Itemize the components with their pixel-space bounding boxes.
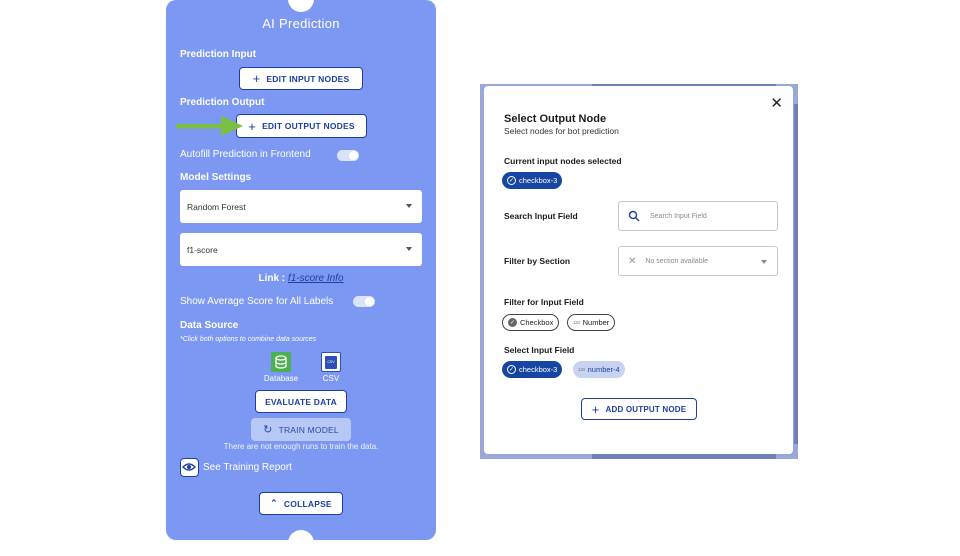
training-report-link[interactable]: See Training Report <box>203 462 292 473</box>
filter-chip-number[interactable]: 123 Number <box>567 314 616 331</box>
autofill-label: Autofill Prediction in Frontend <box>180 149 311 160</box>
close-icon[interactable]: ✕ <box>770 94 783 112</box>
select-chip-number-4[interactable]: 123 number-4 <box>573 361 625 378</box>
train-note: There are not enough runs to train the d… <box>223 442 379 451</box>
f1-score-info-link[interactable]: f1-score Info <box>288 273 344 284</box>
filter-chip-checkbox[interactable]: ✓ Checkbox <box>502 314 560 331</box>
model-select[interactable]: Random Forest <box>180 190 422 223</box>
panel-title: AI Prediction <box>262 16 340 31</box>
edit-output-nodes-button[interactable]: + EDIT OUTPUT NODES <box>236 114 367 138</box>
data-source-note: *Click both options to combine data sour… <box>180 336 317 343</box>
autofill-toggle[interactable] <box>337 150 359 161</box>
plus-icon: + <box>252 71 261 86</box>
filter-input-label: Filter for Input Field <box>504 297 584 307</box>
prediction-output-label: Prediction Output <box>180 97 265 108</box>
database-label: Database <box>263 374 299 383</box>
plus-icon: + <box>248 118 257 134</box>
number-type-icon: 123 <box>573 320 580 325</box>
metric-info-link-row: Link : f1-score Info <box>258 273 344 284</box>
database-icon[interactable] <box>271 352 291 372</box>
chevron-down-icon <box>761 260 767 264</box>
clear-x-icon: ✕ <box>628 255 637 267</box>
filter-section-label: Filter by Section <box>504 256 571 266</box>
backdrop-strip <box>794 104 798 444</box>
chevron-down-icon <box>406 204 412 208</box>
select-output-node-modal: ✕ Select Output Node Select nodes for bo… <box>484 86 793 454</box>
show-average-toggle[interactable] <box>353 296 375 307</box>
section-filter-select[interactable]: ✕ No section available <box>618 246 778 276</box>
evaluate-data-button[interactable]: EVALUATE DATA <box>255 390 347 413</box>
data-source-label: Data Source <box>180 320 239 331</box>
chevron-up-icon: ⌃ <box>270 498 278 508</box>
ai-prediction-panel: AI Prediction Prediction Input + EDIT IN… <box>166 0 436 556</box>
modal-title: Select Output Node <box>504 113 607 125</box>
search-input[interactable]: Search Input Field <box>618 201 778 231</box>
eye-icon[interactable] <box>180 458 199 477</box>
chevron-down-icon <box>406 247 412 251</box>
current-input-label: Current input nodes selected <box>504 156 622 166</box>
select-chip-checkbox-3[interactable]: ✓ checkbox-3 <box>502 361 563 378</box>
refresh-icon: ↻ <box>263 424 273 436</box>
csv-icon[interactable]: CSV <box>321 352 341 372</box>
check-circle-icon: ✓ <box>507 176 516 185</box>
collapse-button[interactable]: ⌃ COLLAPSE <box>259 492 343 515</box>
csv-label: CSV <box>322 374 340 383</box>
top-connector-handle[interactable] <box>288 0 314 12</box>
show-average-label: Show Average Score for All Labels <box>180 296 334 307</box>
model-settings-label: Model Settings <box>180 172 252 183</box>
select-input-label: Select Input Field <box>504 345 575 355</box>
prediction-input-label: Prediction Input <box>180 49 257 60</box>
current-input-chip[interactable]: ✓ checkbox-3 <box>502 172 563 189</box>
search-input-label: Search Input Field <box>504 211 578 221</box>
check-circle-icon: ✓ <box>508 318 517 327</box>
check-circle-icon: ✓ <box>507 365 516 374</box>
plus-icon: + <box>591 401 600 417</box>
add-output-node-button[interactable]: + ADD OUTPUT NODE <box>581 398 697 420</box>
number-type-icon: 123 <box>578 367 585 372</box>
train-model-button[interactable]: ↻ TRAIN MODEL <box>251 418 351 441</box>
arrow-pointer-icon <box>176 116 243 136</box>
bottom-connector-handle[interactable] <box>288 530 314 556</box>
edit-input-nodes-button[interactable]: + EDIT INPUT NODES <box>239 67 363 90</box>
search-icon <box>628 210 640 222</box>
metric-select[interactable]: f1-score <box>180 233 422 266</box>
modal-subtitle: Select nodes for bot prediction <box>504 126 619 136</box>
